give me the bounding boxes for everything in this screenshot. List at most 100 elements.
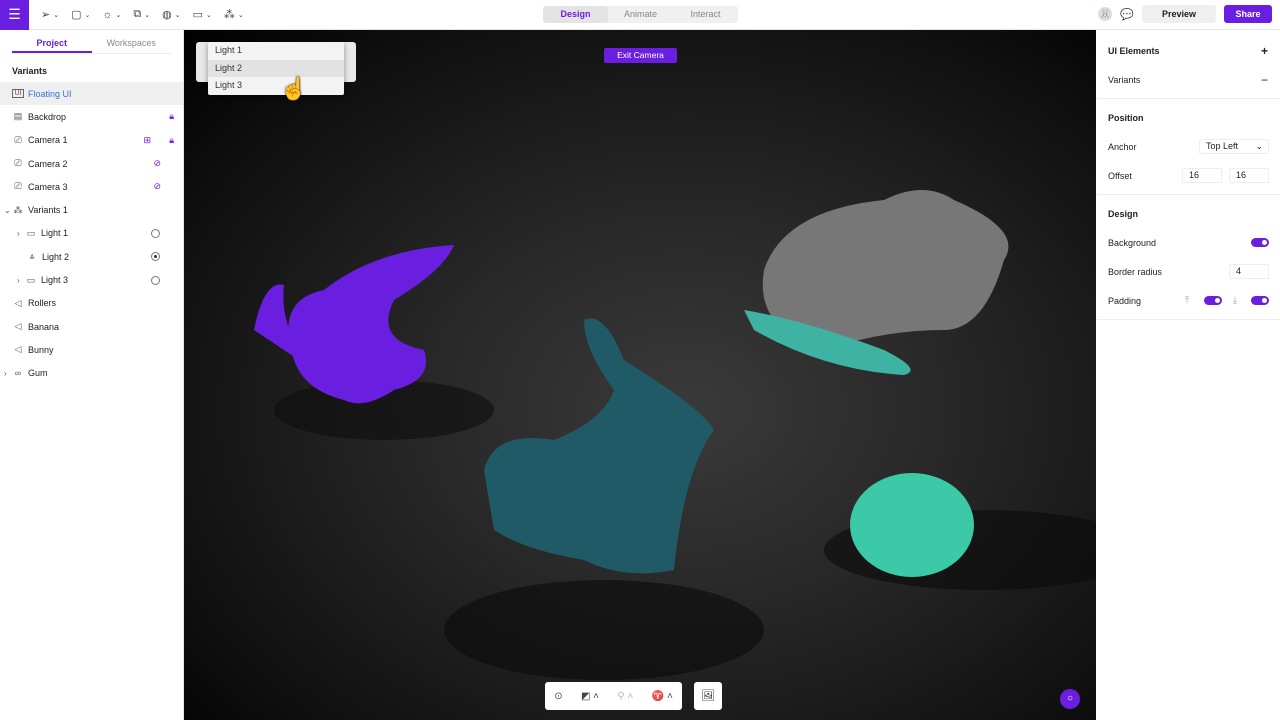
variant-radio[interactable] bbox=[151, 228, 160, 238]
border-radius-label: Border radius bbox=[1108, 266, 1163, 277]
anchor-select[interactable]: Top Left ⌄ bbox=[1199, 139, 1269, 154]
scene-render bbox=[254, 190, 1096, 680]
variant-radio[interactable] bbox=[151, 275, 160, 285]
layer-label: Variants 1 bbox=[28, 205, 68, 216]
padding-row: Padding ⤒ ⤓ bbox=[1097, 286, 1280, 315]
layer-label: Rollers bbox=[28, 298, 57, 309]
variants-icon: ⁂ bbox=[13, 204, 23, 215]
material-tool[interactable]: ◍ ⌄ bbox=[162, 8, 180, 21]
chat-help-icon[interactable]: ○ bbox=[1060, 689, 1080, 709]
layer-label: Floating UI bbox=[28, 88, 72, 99]
render-mode-icon[interactable]: ◩ ˄ bbox=[581, 691, 599, 702]
viewport-3d[interactable]: Light 1 Light 2 Light 3 ☝ Exit Camera ⊙ … bbox=[184, 30, 1096, 720]
ui-elements-title: UI Elements bbox=[1108, 45, 1160, 56]
chevron-right-icon[interactable]: › bbox=[4, 369, 7, 378]
sun-icon: ☼ bbox=[102, 8, 113, 21]
layer-camera-3[interactable]: ⎚ Camera 3 ⊘ bbox=[0, 175, 183, 198]
option-light-1[interactable]: Light 1 bbox=[208, 42, 344, 60]
mode-tabs: Design Animate Interact bbox=[543, 6, 738, 23]
hidden-eye-icon[interactable]: ⊘ bbox=[153, 158, 161, 169]
group-icon: ∞ bbox=[14, 368, 22, 379]
viewport-toolbar: ⊙ ◩ ˄ ⚲ ˄ ♈ ˄ bbox=[545, 682, 682, 710]
folder-icon: ▭ bbox=[26, 227, 36, 238]
padding-bottom-toggle[interactable] bbox=[1251, 296, 1269, 305]
layer-label: Bunny bbox=[28, 344, 54, 355]
offset-x-input[interactable]: 16 bbox=[1182, 168, 1222, 183]
tab-interact[interactable]: Interact bbox=[673, 6, 738, 23]
layer-gum[interactable]: › ∞ Gum bbox=[0, 362, 183, 385]
light-dropdown-list: Light 1 Light 2 Light 3 bbox=[208, 42, 344, 95]
hand-cursor-icon: ☝ bbox=[280, 76, 308, 101]
banana-object bbox=[254, 245, 454, 404]
bunny-object bbox=[484, 318, 714, 574]
layer-camera-2[interactable]: ⎚ Camera 2 ⊘ bbox=[0, 152, 183, 175]
select-tool[interactable]: ➢ ⌄ bbox=[41, 8, 59, 21]
variant-radio-selected[interactable] bbox=[151, 252, 160, 262]
layer-label: Backdrop bbox=[28, 111, 67, 122]
material-icon: ◍ bbox=[162, 9, 172, 21]
shape-tool[interactable]: ⧉ ⌄ bbox=[133, 8, 150, 21]
chevron-down-icon[interactable]: ⌄ bbox=[4, 206, 11, 215]
layer-backdrop[interactable]: ▤ Backdrop 🔒︎ bbox=[0, 105, 183, 128]
design-title: Design bbox=[1108, 208, 1139, 219]
offset-row: Offset 16 16 bbox=[1097, 161, 1280, 190]
lock-icon[interactable]: 🔒︎ bbox=[169, 135, 174, 146]
share-button[interactable]: Share bbox=[1224, 5, 1272, 23]
chevron-right-icon[interactable]: › bbox=[17, 229, 20, 238]
light-tool[interactable]: ☼ ⌄ bbox=[102, 9, 121, 21]
layer-rollers[interactable]: ◁ Rollers bbox=[0, 292, 183, 315]
minus-icon[interactable]: − bbox=[1261, 73, 1268, 87]
folder-tool[interactable]: ▭ ⌄ bbox=[193, 8, 212, 21]
physics-icon[interactable]: ⚲ ˄ bbox=[617, 691, 633, 702]
exit-camera-button[interactable]: Exit Camera bbox=[604, 48, 677, 63]
image-export-icon[interactable]: 🖼︎ bbox=[694, 682, 722, 710]
layer-banana[interactable]: ◁ Banana bbox=[0, 315, 183, 338]
focus-icon[interactable]: ⊙ bbox=[554, 691, 562, 702]
folder-icon: ▭ bbox=[192, 9, 203, 21]
chevron-right-icon[interactable]: › bbox=[17, 276, 20, 285]
plus-icon[interactable]: + bbox=[1261, 44, 1268, 58]
option-light-3[interactable]: Light 3 bbox=[208, 77, 344, 95]
border-radius-row: Border radius 4 bbox=[1097, 257, 1280, 286]
variants-icon: ⁂ bbox=[223, 9, 235, 21]
border-radius-input[interactable]: 4 bbox=[1229, 264, 1269, 279]
tab-project[interactable]: Project bbox=[12, 30, 92, 53]
object-tool[interactable]: ▢ ⌄ bbox=[71, 8, 90, 21]
tab-design[interactable]: Design bbox=[543, 6, 608, 23]
preview-button[interactable]: Preview bbox=[1142, 5, 1216, 23]
avatar[interactable]: 🐰 bbox=[1098, 7, 1113, 21]
hidden-eye-icon[interactable]: ⊘ bbox=[153, 181, 161, 192]
layer-floating-ui[interactable]: UI Floating UI bbox=[0, 82, 183, 106]
layer-light-2[interactable]: ⩓ Light 2 bbox=[0, 245, 183, 268]
camera-icon: ⎚ bbox=[14, 181, 22, 192]
lock-icon[interactable]: 🔒︎ bbox=[169, 111, 174, 122]
snap-icon[interactable]: ♈ ˄ bbox=[652, 691, 673, 702]
mesh-icon: ◁ bbox=[14, 344, 22, 355]
tab-workspaces[interactable]: Workspaces bbox=[92, 30, 172, 53]
layer-light-1[interactable]: › ▭ Light 1 bbox=[0, 222, 183, 245]
anchor-row: Anchor Top Left ⌄ bbox=[1097, 132, 1280, 161]
background-row: Background bbox=[1097, 228, 1280, 257]
layer-variants-1[interactable]: ⌄ ⁂ Variants 1 bbox=[0, 198, 183, 221]
tab-animate[interactable]: Animate bbox=[608, 6, 673, 23]
padding-top-icon: ⤒ bbox=[1185, 295, 1189, 305]
background-toggle[interactable] bbox=[1251, 238, 1269, 247]
padding-top-toggle[interactable] bbox=[1204, 296, 1222, 305]
offset-y-input[interactable]: 16 bbox=[1229, 168, 1269, 183]
active-camera-icon[interactable]: ⊞ bbox=[143, 135, 151, 146]
menu-button[interactable]: ☰ bbox=[0, 0, 29, 30]
cursor-icon: ➢ bbox=[41, 9, 51, 21]
layer-light-3[interactable]: › ▭ Light 3 bbox=[0, 268, 183, 291]
option-light-2[interactable]: Light 2 bbox=[208, 59, 344, 77]
offset-label: Offset bbox=[1108, 170, 1132, 181]
section-title: Variants bbox=[12, 66, 48, 76]
variants-tool[interactable]: ⁂ ⌄ bbox=[224, 8, 244, 21]
layer-label: Light 2 bbox=[42, 251, 70, 262]
top-toolbar: ☰ ➢ ⌄ ▢ ⌄ ☼ ⌄ ⧉ ⌄ ◍ ⌄ ▭ ⌄ ⁂ ⌄ Design Animate In… bbox=[0, 0, 1280, 30]
comment-icon[interactable]: 💬 bbox=[1120, 8, 1134, 21]
padding-bottom-icon: ⤓ bbox=[1233, 295, 1237, 305]
layer-camera-1[interactable]: ⎚ Camera 1 ⊞ 🔒︎ bbox=[0, 129, 183, 152]
layer-bunny[interactable]: ◁ Bunny bbox=[0, 338, 183, 361]
layer-label: Light 1 bbox=[41, 228, 69, 239]
light-icon: ⩓ bbox=[29, 251, 35, 262]
